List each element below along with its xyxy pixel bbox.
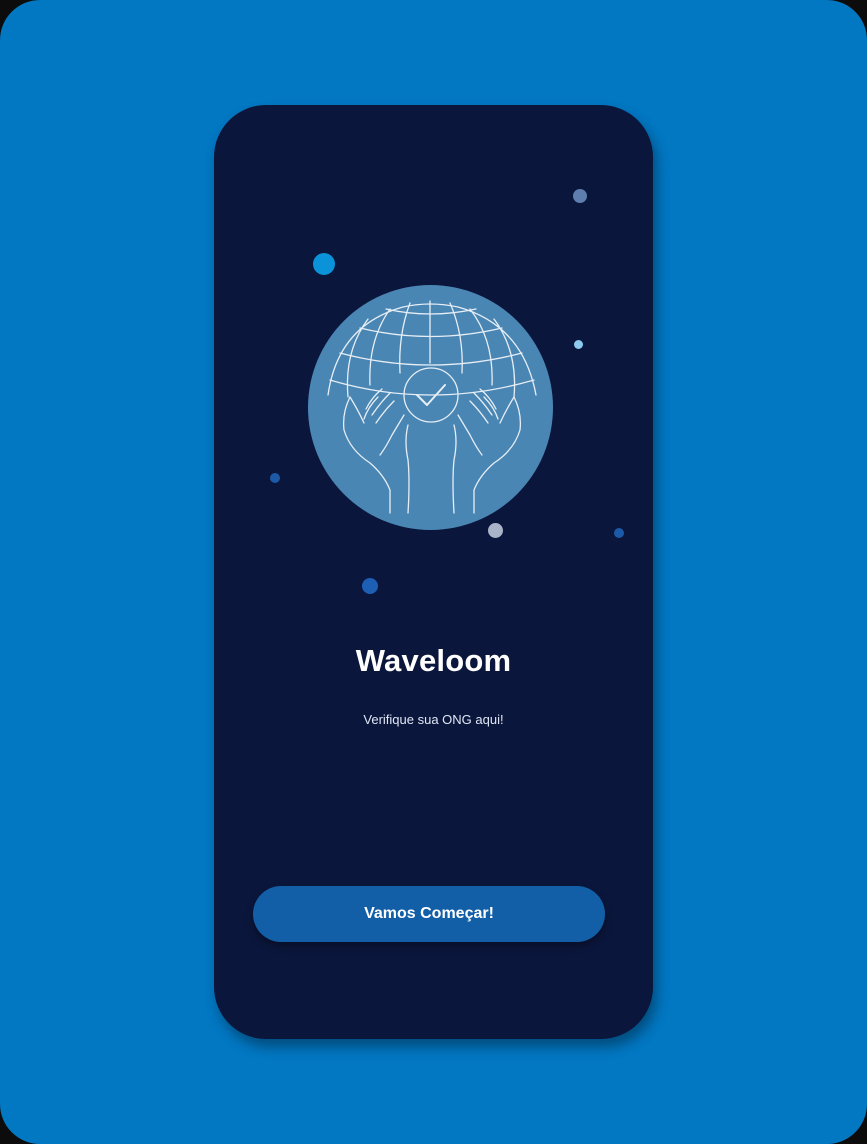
decorative-dot [270, 473, 280, 483]
decorative-dot [573, 189, 587, 203]
canvas-background: Waveloom Verifique sua ONG aqui! Vamos C… [0, 0, 867, 1144]
app-subtitle: Verifique sua ONG aqui! [363, 712, 504, 727]
app-title: Waveloom [355, 643, 512, 678]
decorative-dot [313, 253, 335, 275]
globe-illustration [327, 300, 537, 514]
globe-hands-check-icon [308, 285, 553, 530]
phone-screen: Waveloom Verifique sua ONG aqui! Vamos C… [214, 105, 653, 1039]
start-button[interactable]: Vamos Começar! [253, 886, 605, 942]
decorative-dot [614, 528, 624, 538]
decorative-dot [362, 578, 378, 594]
decorative-dot [574, 340, 583, 349]
